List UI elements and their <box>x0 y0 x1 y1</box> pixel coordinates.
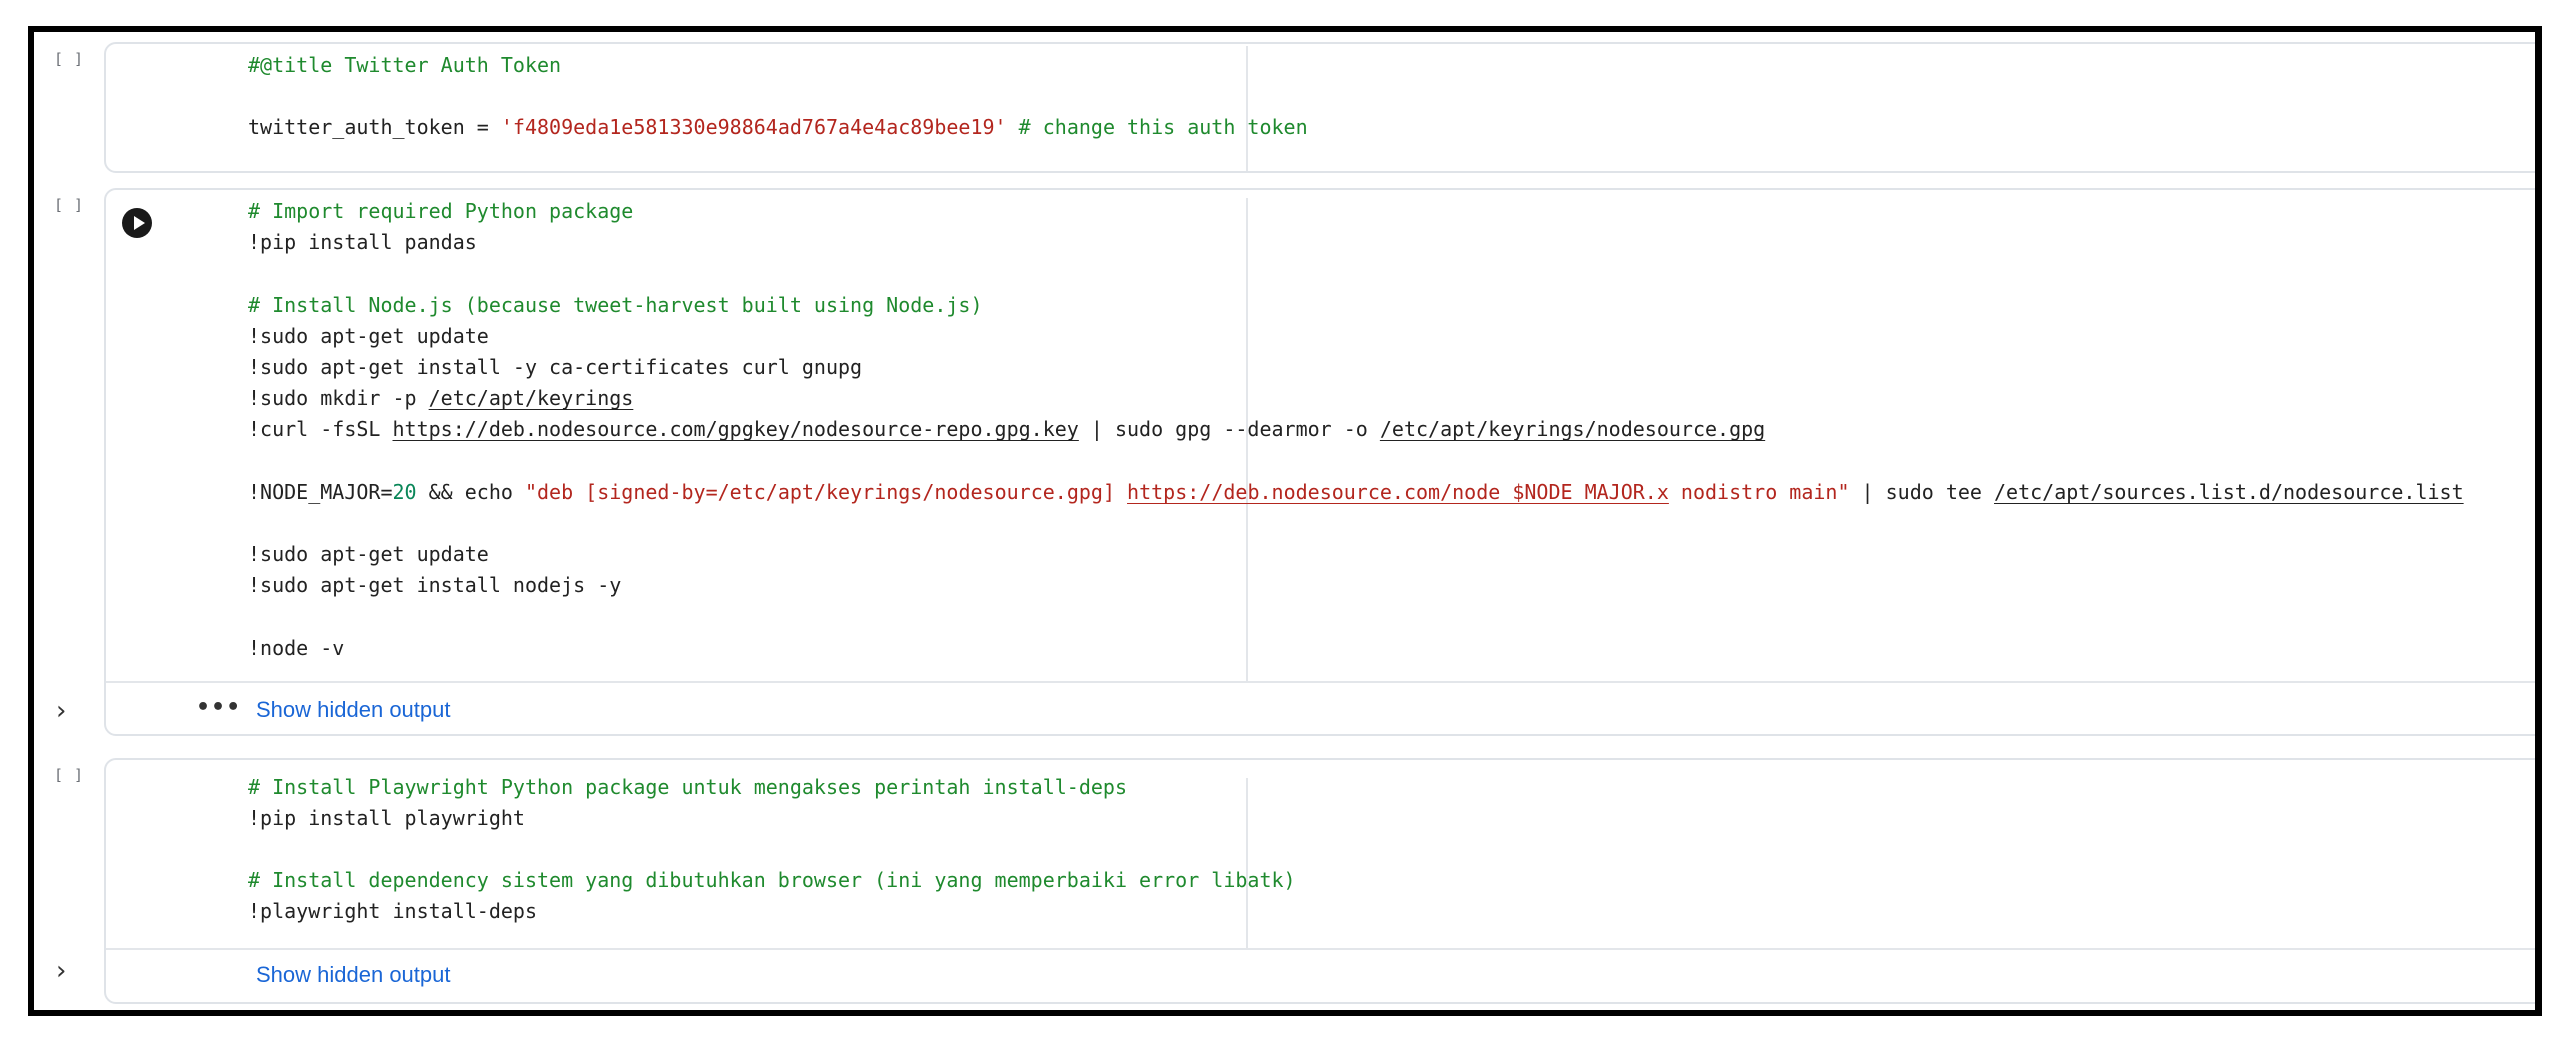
cell2-execution-bracket: [ ] <box>54 196 85 214</box>
code-line: !sudo apt-get update <box>248 541 489 567</box>
code-token: twitter_auth_token = <box>248 115 501 139</box>
code-token: # Install Playwright Python package untu… <box>248 775 1127 799</box>
code-token: !sudo apt-get install -y ca-certificates… <box>248 355 863 379</box>
code-token: | sudo gpg --dearmor -o <box>1078 417 1380 442</box>
show-hidden-output-link[interactable]: Show hidden output <box>256 962 451 988</box>
code-token: !pip install playwright <box>248 806 525 830</box>
code-cell-2[interactable]: # Import required Python package !pip ins… <box>104 188 2535 739</box>
cell2-output-row: ••• Show hidden output <box>106 681 2535 739</box>
code-line: !sudo apt-get update <box>248 323 489 349</box>
code-path-link[interactable]: /etc/apt/keyrings/nodesource.gpg <box>1380 417 1765 441</box>
code-path-link[interactable]: https://deb.nodesource.com/gpgkey/nodeso… <box>393 417 1079 441</box>
code-token: 20 <box>392 479 417 504</box>
code-path-link[interactable]: https://deb.nodesource.com/node_$NODE_MA… <box>1127 480 1669 504</box>
code-path-link[interactable]: /etc/apt/keyrings <box>429 386 634 410</box>
code-line: !sudo apt-get install -y ca-certificates… <box>248 354 862 380</box>
code-line: !sudo mkdir -p /etc/apt/keyrings <box>248 385 633 411</box>
code-token: #@title Twitter Auth Token <box>248 53 562 77</box>
code-token: !NODE_MAJOR= <box>248 479 393 504</box>
code-line: # Install Node.js (because tweet-harvest… <box>248 292 983 318</box>
cell3-ruler <box>1246 778 1248 948</box>
cell3-output-row: Show hidden output <box>106 948 2535 1006</box>
code-token: "deb [signed-by=/etc/apt/keyrings/nodeso… <box>524 479 1128 504</box>
show-hidden-output-link[interactable]: Show hidden output <box>256 697 451 723</box>
notebook-frame: [ ] #@title Twitter Auth Token twitter_au… <box>28 26 2542 1016</box>
code-cell-3[interactable]: # Install Playwright Python package untu… <box>104 758 2535 1006</box>
code-token: !sudo mkdir -p <box>248 386 429 411</box>
code-token: # Install dependency sistem yang dibutuh… <box>248 868 1296 892</box>
code-token: !node -v <box>248 635 345 660</box>
cell1-ruler <box>1246 46 1248 171</box>
more-options-icon[interactable]: ••• <box>196 695 241 720</box>
code-line: twitter_auth_token = 'f4809eda1e581330e9… <box>248 114 1308 140</box>
code-line: #@title Twitter Auth Token <box>248 52 561 78</box>
code-path-link[interactable]: /etc/apt/sources.list.d/nodesource.list <box>1994 480 2464 504</box>
code-line: !pip install pandas <box>248 229 477 255</box>
code-line: # Install Playwright Python package untu… <box>248 774 1127 800</box>
cell1-execution-bracket: [ ] <box>54 50 85 68</box>
code-line: # Import required Python package <box>248 198 633 224</box>
code-token: !sudo apt-get update <box>248 542 489 567</box>
play-icon[interactable] <box>122 208 152 238</box>
code-token: # Import required Python package <box>248 199 634 223</box>
code-token: !playwright install-deps <box>248 899 537 923</box>
code-token: !sudo apt-get update <box>248 323 489 348</box>
code-token: !sudo apt-get install nodejs -y <box>248 573 622 598</box>
code-line: !NODE_MAJOR=20 && echo "deb [signed-by=/… <box>248 479 2464 505</box>
code-token: && echo <box>416 479 525 504</box>
cell3-expand-chevron-icon[interactable]: › <box>56 956 66 986</box>
code-cell-1[interactable]: #@title Twitter Auth Token twitter_auth_t… <box>104 42 2535 173</box>
code-token: | sudo tee <box>1849 479 1995 504</box>
cell3-execution-bracket: [ ] <box>54 766 85 784</box>
code-token: !pip install pandas <box>248 230 477 255</box>
code-line: # Install dependency sistem yang dibutuh… <box>248 867 1296 893</box>
code-line: !pip install playwright <box>248 805 525 831</box>
code-line: !curl -fsSL https://deb.nodesource.com/g… <box>248 416 1765 442</box>
code-token: 'f4809eda1e581330e98864ad767a4e4ac89bee1… <box>500 115 1007 139</box>
code-line: !playwright install-deps <box>248 898 537 924</box>
code-line: !sudo apt-get install nodejs -y <box>248 572 621 598</box>
cell2-expand-chevron-icon[interactable]: › <box>56 696 66 726</box>
code-token: # Install Node.js (because tweet-harvest… <box>248 292 983 317</box>
code-token: nodistro main" <box>1668 479 1850 504</box>
code-token: # change this auth token <box>1006 115 1308 139</box>
code-token: !curl -fsSL <box>248 417 393 442</box>
code-line: !node -v <box>248 635 344 661</box>
